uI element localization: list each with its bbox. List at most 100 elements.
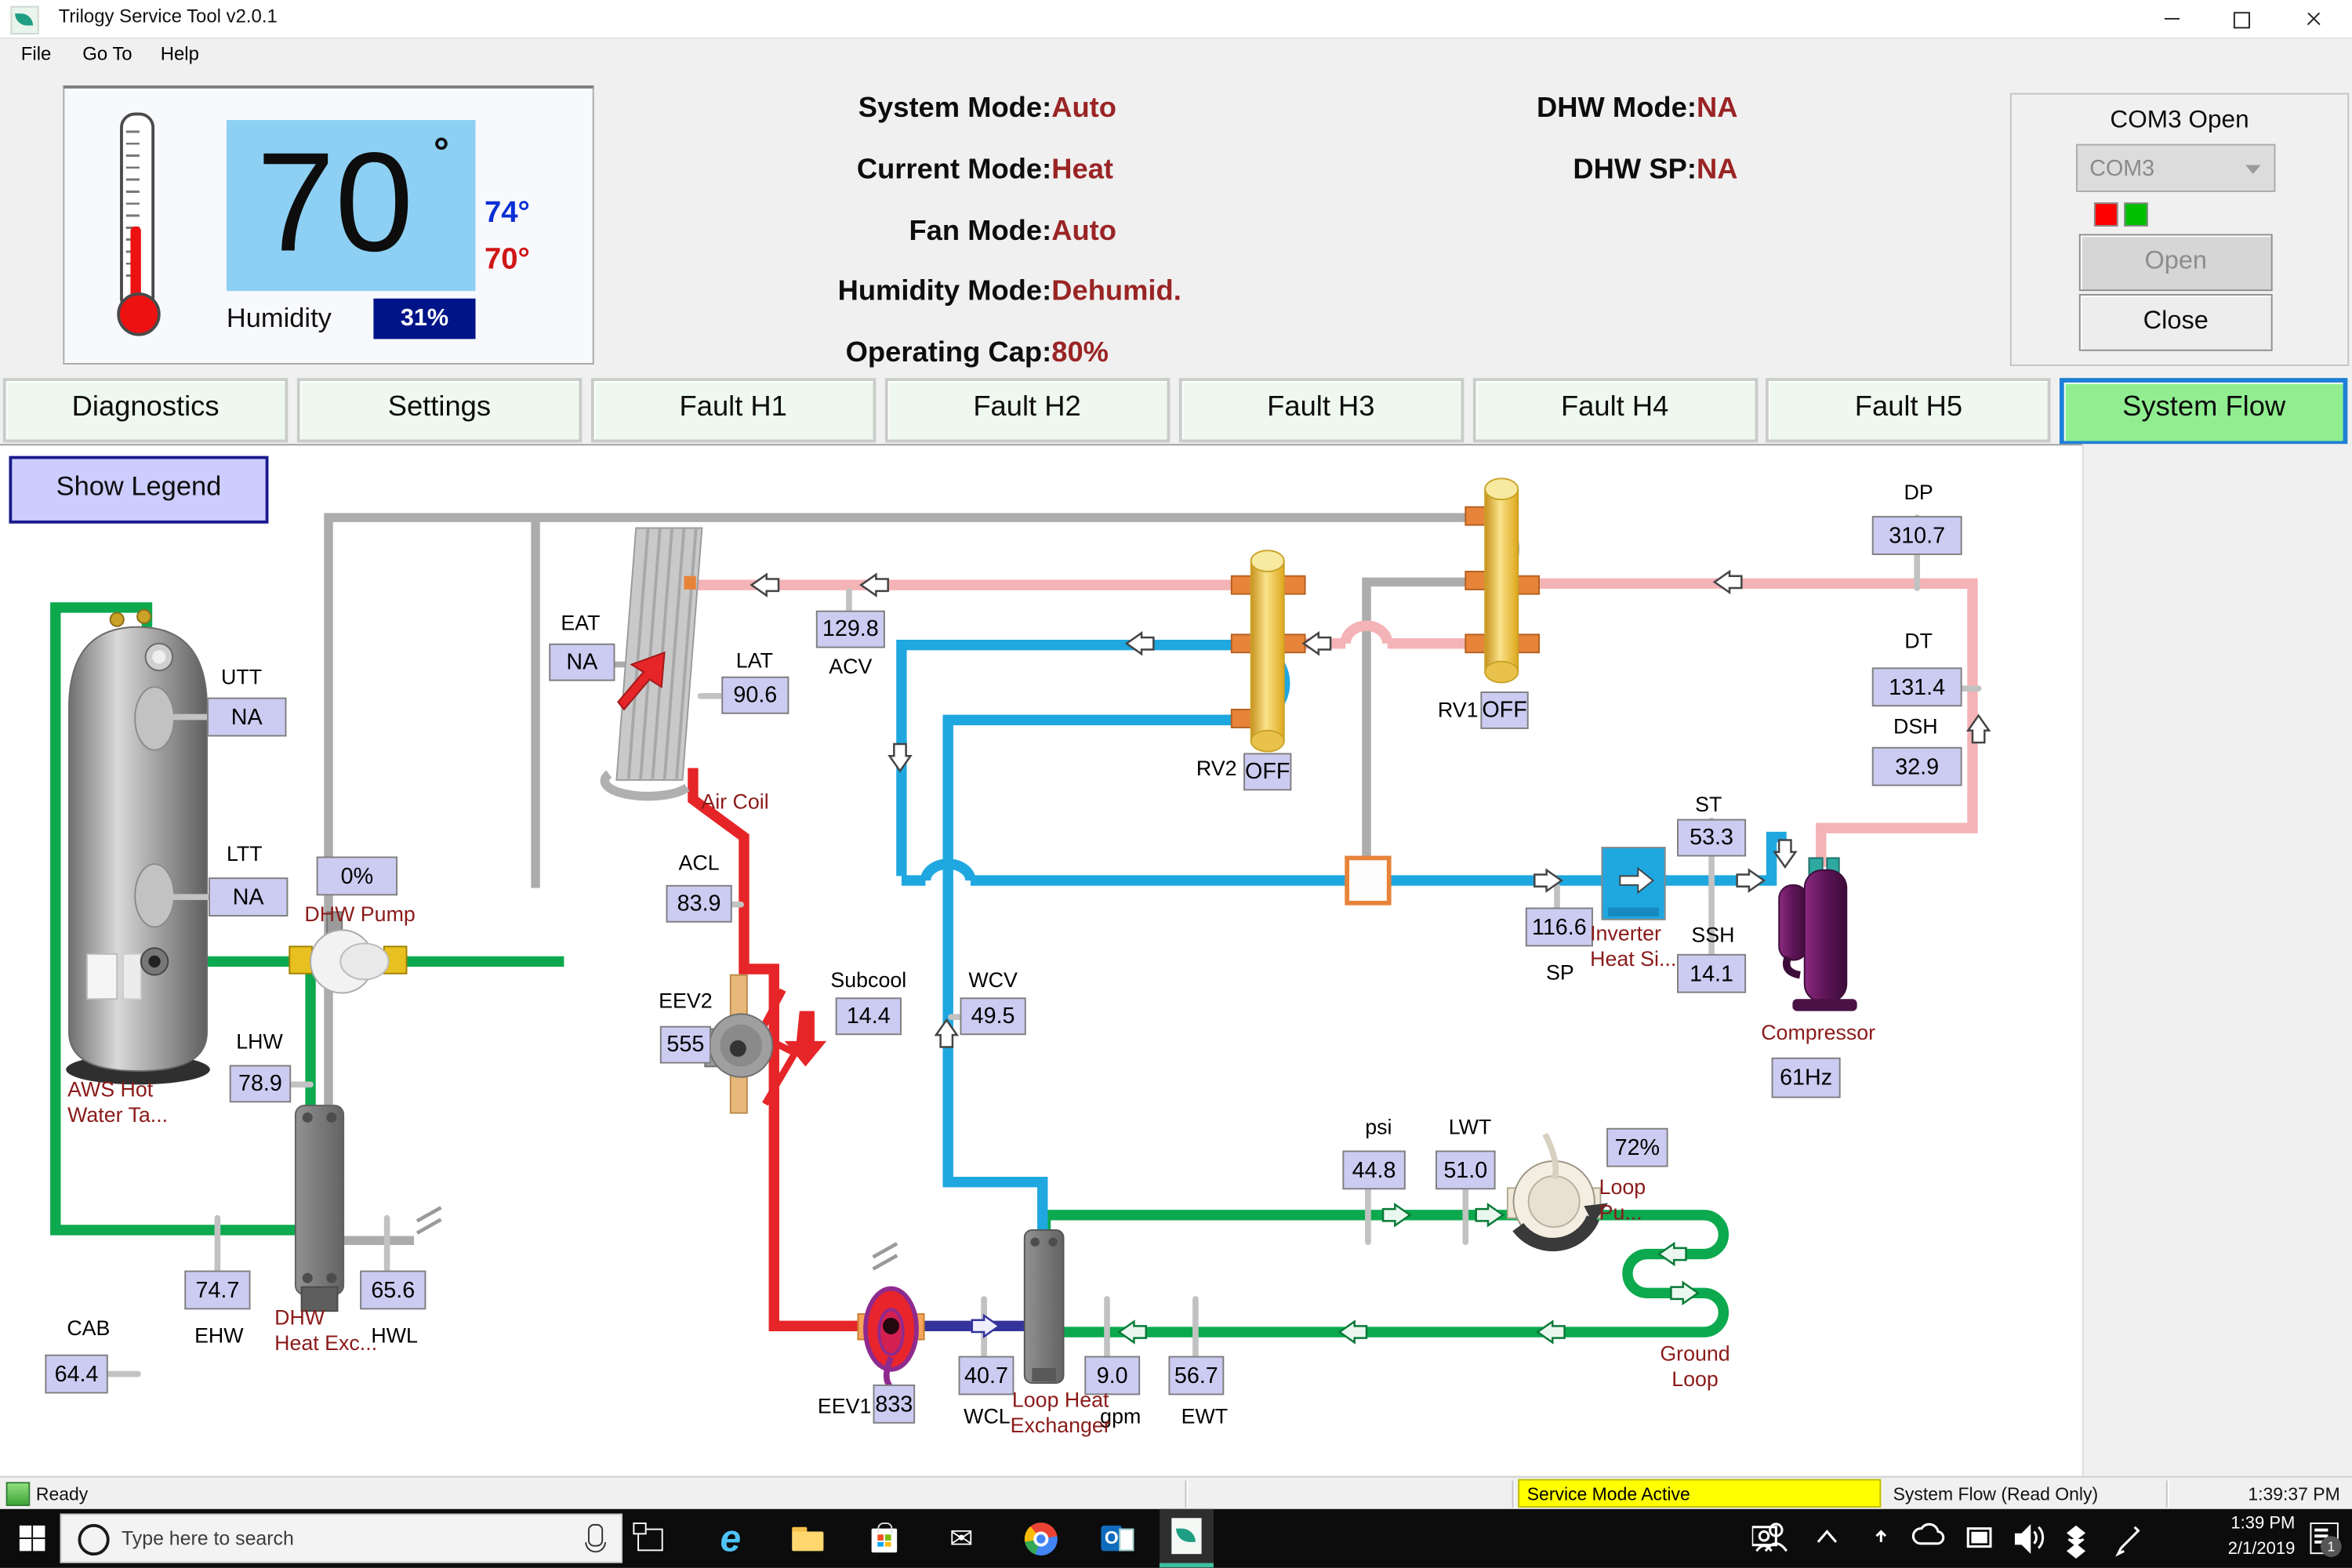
microphone-icon[interactable] xyxy=(588,1524,603,1547)
menu-bar: File Go To Help xyxy=(0,39,2352,72)
tab-fault-h5[interactable]: Fault H5 xyxy=(1766,378,2052,442)
sensor-ACL-value: 83.9 xyxy=(666,885,732,923)
dropbox-icon xyxy=(2068,1527,2083,1557)
label-dhw-hx: DHW Heat Exc... xyxy=(274,1305,394,1356)
menu-go-to[interactable]: Go To xyxy=(82,43,132,64)
com-port-select[interactable]: COM3 xyxy=(2076,144,2275,192)
tab-fault-h3[interactable]: Fault H3 xyxy=(1178,378,1464,442)
sensor-psi-value: 44.8 xyxy=(1342,1151,1405,1190)
window-title: Trilogy Service Tool v2.0.1 xyxy=(59,6,278,27)
maximize-button[interactable] xyxy=(2211,0,2271,38)
edge-icon[interactable]: e xyxy=(708,1516,753,1561)
show-legend-button[interactable]: Show Legend xyxy=(9,456,268,524)
onedrive-icon xyxy=(1913,1524,1943,1544)
close-button[interactable] xyxy=(2283,0,2343,38)
minimize-button[interactable] xyxy=(2142,0,2202,38)
sensor-HWL-value: 65.6 xyxy=(360,1271,426,1310)
sensor-compressor-hz-value: 61Hz xyxy=(1772,1058,1841,1098)
sensor-DT-value: 131.4 xyxy=(1872,667,1962,706)
search-placeholder: Type here to search xyxy=(122,1527,294,1550)
sensor-LTT-value: NA xyxy=(209,877,288,916)
sensor-RV2-value: OFF xyxy=(1243,753,1291,790)
sensor-LTT-label: LTT xyxy=(217,841,271,866)
taskbar-clock[interactable]: 1:39 PM 2/1/2019 xyxy=(2172,1512,2295,1565)
sensor-ACV-label: ACV xyxy=(816,654,885,678)
clock-time: 1:39 PM xyxy=(2172,1512,2295,1538)
thermometer-bulb xyxy=(117,292,160,336)
tab-diagnostics[interactable]: Diagnostics xyxy=(3,378,289,442)
com-green-indicator xyxy=(2124,202,2148,227)
label-ground-loop: Ground Loop xyxy=(1641,1341,1749,1392)
com-port-value: COM3 xyxy=(2089,156,2154,182)
label-dhw-pump: DHW Pump xyxy=(304,902,430,927)
tab-fault-h1[interactable]: Fault H1 xyxy=(590,378,876,442)
info-value: Auto xyxy=(1051,93,1116,126)
sensor-EAT-label: EAT xyxy=(543,611,619,635)
info-label: Fan Mode: xyxy=(909,216,1051,249)
notification-icon[interactable]: 1 xyxy=(2310,1523,2338,1554)
thermostat-panel: 70 ° 74° 70° Humidity 31% xyxy=(63,85,593,365)
info-label: Operating Cap: xyxy=(846,338,1052,371)
sensor-DP-label: DP xyxy=(1894,480,1942,504)
info-value: 80% xyxy=(1051,338,1109,371)
sensor-ACL-label: ACL xyxy=(665,851,734,875)
sensor-EEV2-value: 555 xyxy=(660,1026,711,1064)
clock-date: 2/1/2019 xyxy=(2172,1537,2295,1563)
store-icon[interactable] xyxy=(862,1516,907,1561)
outlook-icon[interactable]: O xyxy=(1094,1516,1138,1561)
sensor-ST-value: 53.3 xyxy=(1677,819,1746,857)
app-icon xyxy=(10,6,38,34)
info-row: DHW SP:NA xyxy=(1305,154,1697,194)
info-label: DHW Mode: xyxy=(1537,93,1697,126)
cortana-icon xyxy=(78,1524,109,1555)
status-time: 1:39:37 PM xyxy=(2178,1483,2340,1504)
start-button[interactable] xyxy=(20,1526,45,1552)
info-value: NA xyxy=(1697,93,1738,126)
sensor-EAT-value: NA xyxy=(549,644,615,681)
info-label: DHW SP: xyxy=(1573,154,1697,187)
sensor-loop-pump-pct-value: 72% xyxy=(1606,1128,1668,1167)
tab-system-flow[interactable]: System Flow xyxy=(2060,378,2348,445)
system-tray[interactable] xyxy=(1752,1518,2151,1560)
sensor-psi-label: psi xyxy=(1352,1115,1406,1139)
chrome-icon[interactable] xyxy=(1018,1516,1063,1561)
menu-file[interactable]: File xyxy=(21,43,52,64)
sensor-LHW-label: LHW xyxy=(233,1029,287,1054)
sensor-Subcool-value: 14.4 xyxy=(836,997,902,1035)
mail-icon[interactable]: ✉ xyxy=(939,1516,984,1561)
trilogy-app-taskbar-button[interactable] xyxy=(1160,1509,1214,1568)
status-divider xyxy=(1512,1480,1514,1507)
view-mode-text: System Flow (Read Only) xyxy=(1893,1483,2099,1504)
canvas-right-margin xyxy=(2082,444,2352,1475)
label-aws-tank: AWS Hot Water Ta... xyxy=(67,1077,225,1128)
sensor-SSH-value: 14.1 xyxy=(1677,954,1746,993)
sensor-Subcool-label: Subcool xyxy=(826,967,910,992)
tab-fault-h4[interactable]: Fault H4 xyxy=(1472,378,1758,442)
com-close-button[interactable]: Close xyxy=(2079,294,2273,351)
label-inverter: Inverter Heat Si... xyxy=(1590,921,1680,972)
search-input[interactable]: Type here to search xyxy=(60,1514,622,1563)
dhw-info: DHW Mode:NADHW SP:NA xyxy=(1305,93,1697,243)
app-window: Trilogy Service Tool v2.0.1 File Go To Hel… xyxy=(0,0,2352,1568)
task-view-icon[interactable] xyxy=(627,1516,672,1561)
label-compressor: Compressor xyxy=(1761,1020,1875,1046)
sensor-UTT-label: UTT xyxy=(215,665,269,689)
sensor-LHW-value: 78.9 xyxy=(230,1065,291,1102)
sensor-RV1-value: OFF xyxy=(1480,691,1528,729)
file-explorer-icon[interactable] xyxy=(786,1516,831,1561)
heat-setpoint: 74° xyxy=(485,197,530,231)
com-open-button[interactable]: Open xyxy=(2079,234,2273,291)
mode-info: System Mode:AutoCurrent Mode:HeatFan Mod… xyxy=(660,93,1051,379)
label-loop-hx: Loop Heat Exchanger xyxy=(1008,1388,1113,1439)
com-panel: COM3 Open COM3 Open Close xyxy=(2010,93,2349,366)
tab-settings[interactable]: Settings xyxy=(297,378,583,442)
temperature-display: 70 ° xyxy=(227,120,476,291)
chevron-up-icon xyxy=(1818,1531,1836,1541)
sensor-UTT-value: NA xyxy=(207,698,286,737)
info-value: Heat xyxy=(1051,154,1113,187)
taskbar: Type here to search e ✉ O xyxy=(0,1509,2352,1568)
tab-fault-h2[interactable]: Fault H2 xyxy=(884,378,1170,442)
status-divider xyxy=(2166,1480,2168,1507)
current-temperature: 70 xyxy=(256,123,413,282)
menu-help[interactable]: Help xyxy=(161,43,199,64)
